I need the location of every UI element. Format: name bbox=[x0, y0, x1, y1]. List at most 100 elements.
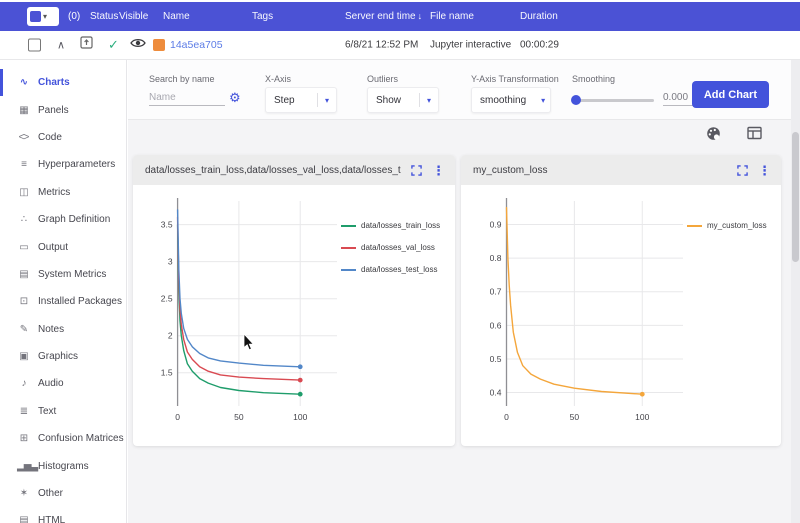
duration-value: 00:00:29 bbox=[520, 39, 559, 51]
vertical-scrollbar[interactable] bbox=[791, 60, 800, 523]
expand-icon[interactable] bbox=[411, 164, 422, 176]
column-header-server-end-time[interactable]: Server end time ↓ bbox=[345, 2, 422, 31]
svg-text:0: 0 bbox=[504, 412, 509, 422]
legend-swatch bbox=[341, 268, 356, 271]
column-header-name[interactable]: Name bbox=[163, 2, 190, 31]
my-custom-loss-line-chart[interactable]: 0.4 0.5 0.6 0.7 0.8 0.9 0 50 100 bbox=[465, 193, 687, 433]
kebab-menu-icon[interactable]: ⋮ bbox=[758, 164, 771, 177]
column-header-tags[interactable]: Tags bbox=[252, 2, 273, 31]
sidebar-item-metrics[interactable]: ◫ Metrics bbox=[0, 179, 126, 206]
legend-item[interactable]: data/losses_train_loss bbox=[341, 221, 449, 230]
svg-text:0.4: 0.4 bbox=[490, 388, 502, 398]
palette-icon[interactable] bbox=[706, 126, 721, 141]
sidebar-item-panels[interactable]: ▦ Panels bbox=[0, 96, 126, 123]
sidebar-item-label: Other bbox=[38, 488, 64, 500]
sidebar-item-other[interactable]: ✶ Other bbox=[0, 480, 126, 507]
sidebar-item-confusion-matrices[interactable]: ⊞ Confusion Matrices bbox=[0, 425, 126, 452]
visible-eye-icon[interactable] bbox=[130, 36, 146, 54]
svg-text:0.9: 0.9 bbox=[490, 220, 502, 230]
svg-text:1.5: 1.5 bbox=[161, 368, 173, 378]
legend-item[interactable]: data/losses_val_loss bbox=[341, 243, 449, 252]
column-header-file-name[interactable]: File name bbox=[430, 2, 474, 31]
html-icon: ▤ bbox=[19, 515, 28, 523]
scrollbar-thumb[interactable] bbox=[792, 132, 799, 262]
legend-item[interactable]: data/losses_test_loss bbox=[341, 265, 449, 274]
legend-label: data/losses_train_loss bbox=[361, 221, 441, 230]
legend-label: data/losses_test_loss bbox=[361, 265, 438, 274]
sidebar-item-graphics[interactable]: ▣ Graphics bbox=[0, 343, 126, 370]
gear-icon[interactable]: ⚙ bbox=[229, 90, 241, 106]
y-axis-transformation-value: smoothing bbox=[480, 94, 527, 106]
sidebar-item-label: System Metrics bbox=[38, 268, 107, 280]
installed-packages-icon: ⊡ bbox=[19, 296, 28, 308]
system-metrics-icon: ▤ bbox=[19, 268, 28, 280]
outliers-select[interactable]: Show ▾ bbox=[367, 87, 439, 113]
notes-pencil-icon: ✎ bbox=[19, 323, 28, 335]
column-header-duration[interactable]: Duration bbox=[520, 2, 558, 31]
legend-swatch bbox=[341, 224, 356, 227]
sidebar-item-notes[interactable]: ✎ Notes bbox=[0, 316, 126, 343]
expand-icon[interactable] bbox=[737, 164, 748, 176]
losses-line-chart[interactable]: 1.5 2 2.5 3 3.5 0 50 100 bbox=[137, 193, 341, 433]
sidebar-item-label: Notes bbox=[38, 323, 65, 335]
row-checkbox[interactable] bbox=[28, 38, 41, 52]
slider-thumb[interactable] bbox=[571, 95, 581, 105]
collapse-chevron-icon[interactable]: ∧ bbox=[57, 39, 65, 52]
chart-card-header: my_custom_loss ⋮ bbox=[461, 155, 781, 185]
sidebar-item-text[interactable]: ≣ Text bbox=[0, 398, 126, 425]
sidebar-item-hyperparameters[interactable]: ≡ Hyperparameters bbox=[0, 151, 126, 178]
main-panel: Search by name ⚙ X-Axis Step ▾ Outliers … bbox=[128, 60, 800, 523]
select-all-checkbox[interactable] bbox=[30, 11, 41, 22]
smoothing-value-input[interactable] bbox=[663, 90, 695, 106]
line-chart-icon: ∿ bbox=[19, 77, 28, 89]
smoothing-slider[interactable] bbox=[571, 95, 654, 105]
layout-icon[interactable] bbox=[747, 126, 762, 140]
sidebar-item-output[interactable]: ▭ Output bbox=[0, 233, 126, 260]
sidebar-item-code[interactable]: <> Code bbox=[0, 124, 126, 151]
chart-body: 0.4 0.5 0.6 0.7 0.8 0.9 0 50 100 my_custom_loss bbox=[461, 185, 781, 437]
sidebar-item-html[interactable]: ▤ HTML bbox=[0, 507, 126, 523]
sidebar-item-label: Panels bbox=[38, 104, 69, 116]
sidebar-item-label: Metrics bbox=[38, 186, 71, 198]
audio-note-icon: ♪ bbox=[21, 378, 27, 390]
sidebar-item-label: Code bbox=[38, 131, 62, 143]
sidebar-item-system-metrics[interactable]: ▤ System Metrics bbox=[0, 261, 126, 288]
sidebar-item-label: Output bbox=[38, 241, 69, 253]
chevron-down-icon: ▾ bbox=[43, 11, 48, 21]
legend-swatch bbox=[341, 246, 356, 249]
search-input[interactable] bbox=[149, 90, 225, 106]
sidebar-item-histograms[interactable]: ▂▅▃ Histograms bbox=[0, 452, 126, 479]
charts-toolbar: Search by name ⚙ X-Axis Step ▾ Outliers … bbox=[128, 60, 800, 120]
sidebar-item-label: Histograms bbox=[38, 460, 89, 472]
select-all-dropdown[interactable]: ▾ bbox=[27, 7, 59, 26]
sidebar-item-label: Confusion Matrices bbox=[38, 433, 124, 445]
legend-swatch bbox=[687, 224, 702, 227]
chart-title: my_custom_loss bbox=[473, 164, 548, 176]
column-header-status[interactable]: Status bbox=[90, 2, 118, 31]
sidebar-item-graph-definition[interactable]: ∴ Graph Definition bbox=[0, 206, 126, 233]
code-icon: <> bbox=[18, 131, 30, 143]
sidebar-item-charts[interactable]: ∿ Charts bbox=[0, 69, 126, 97]
sidebar-item-audio[interactable]: ♪ Audio bbox=[0, 370, 126, 397]
legend-item[interactable]: my_custom_loss bbox=[687, 221, 775, 230]
experiment-name-link[interactable]: 14a5ea705 bbox=[170, 39, 223, 51]
svg-text:100: 100 bbox=[293, 412, 307, 422]
kebab-menu-icon[interactable]: ⋮ bbox=[432, 164, 445, 177]
add-chart-button[interactable]: Add Chart bbox=[691, 81, 769, 108]
sidebar-item-label: Graphics bbox=[38, 351, 79, 363]
svg-text:3.5: 3.5 bbox=[161, 220, 173, 230]
chart-cards: data/losses_train_loss,data/losses_val_l… bbox=[133, 155, 781, 446]
chevron-down-icon: ▾ bbox=[324, 95, 329, 105]
column-header-visible[interactable]: Visible bbox=[119, 2, 148, 31]
y-axis-transformation-select[interactable]: smoothing ▾ bbox=[471, 87, 551, 113]
sidebar-item-installed-packages[interactable]: ⊡ Installed Packages bbox=[0, 288, 126, 315]
pin-to-top-icon[interactable] bbox=[80, 36, 93, 54]
x-axis-select[interactable]: Step ▾ bbox=[265, 87, 337, 113]
chart-card-losses: data/losses_train_loss,data/losses_val_l… bbox=[133, 155, 455, 446]
legend-label: data/losses_val_loss bbox=[361, 243, 435, 252]
svg-text:50: 50 bbox=[570, 412, 580, 422]
svg-text:0.8: 0.8 bbox=[490, 253, 502, 263]
chart-card-header: data/losses_train_loss,data/losses_val_l… bbox=[133, 155, 455, 185]
y-axis-transformation-label: Y-Axis Transformation bbox=[471, 74, 559, 84]
svg-text:3: 3 bbox=[168, 257, 173, 267]
